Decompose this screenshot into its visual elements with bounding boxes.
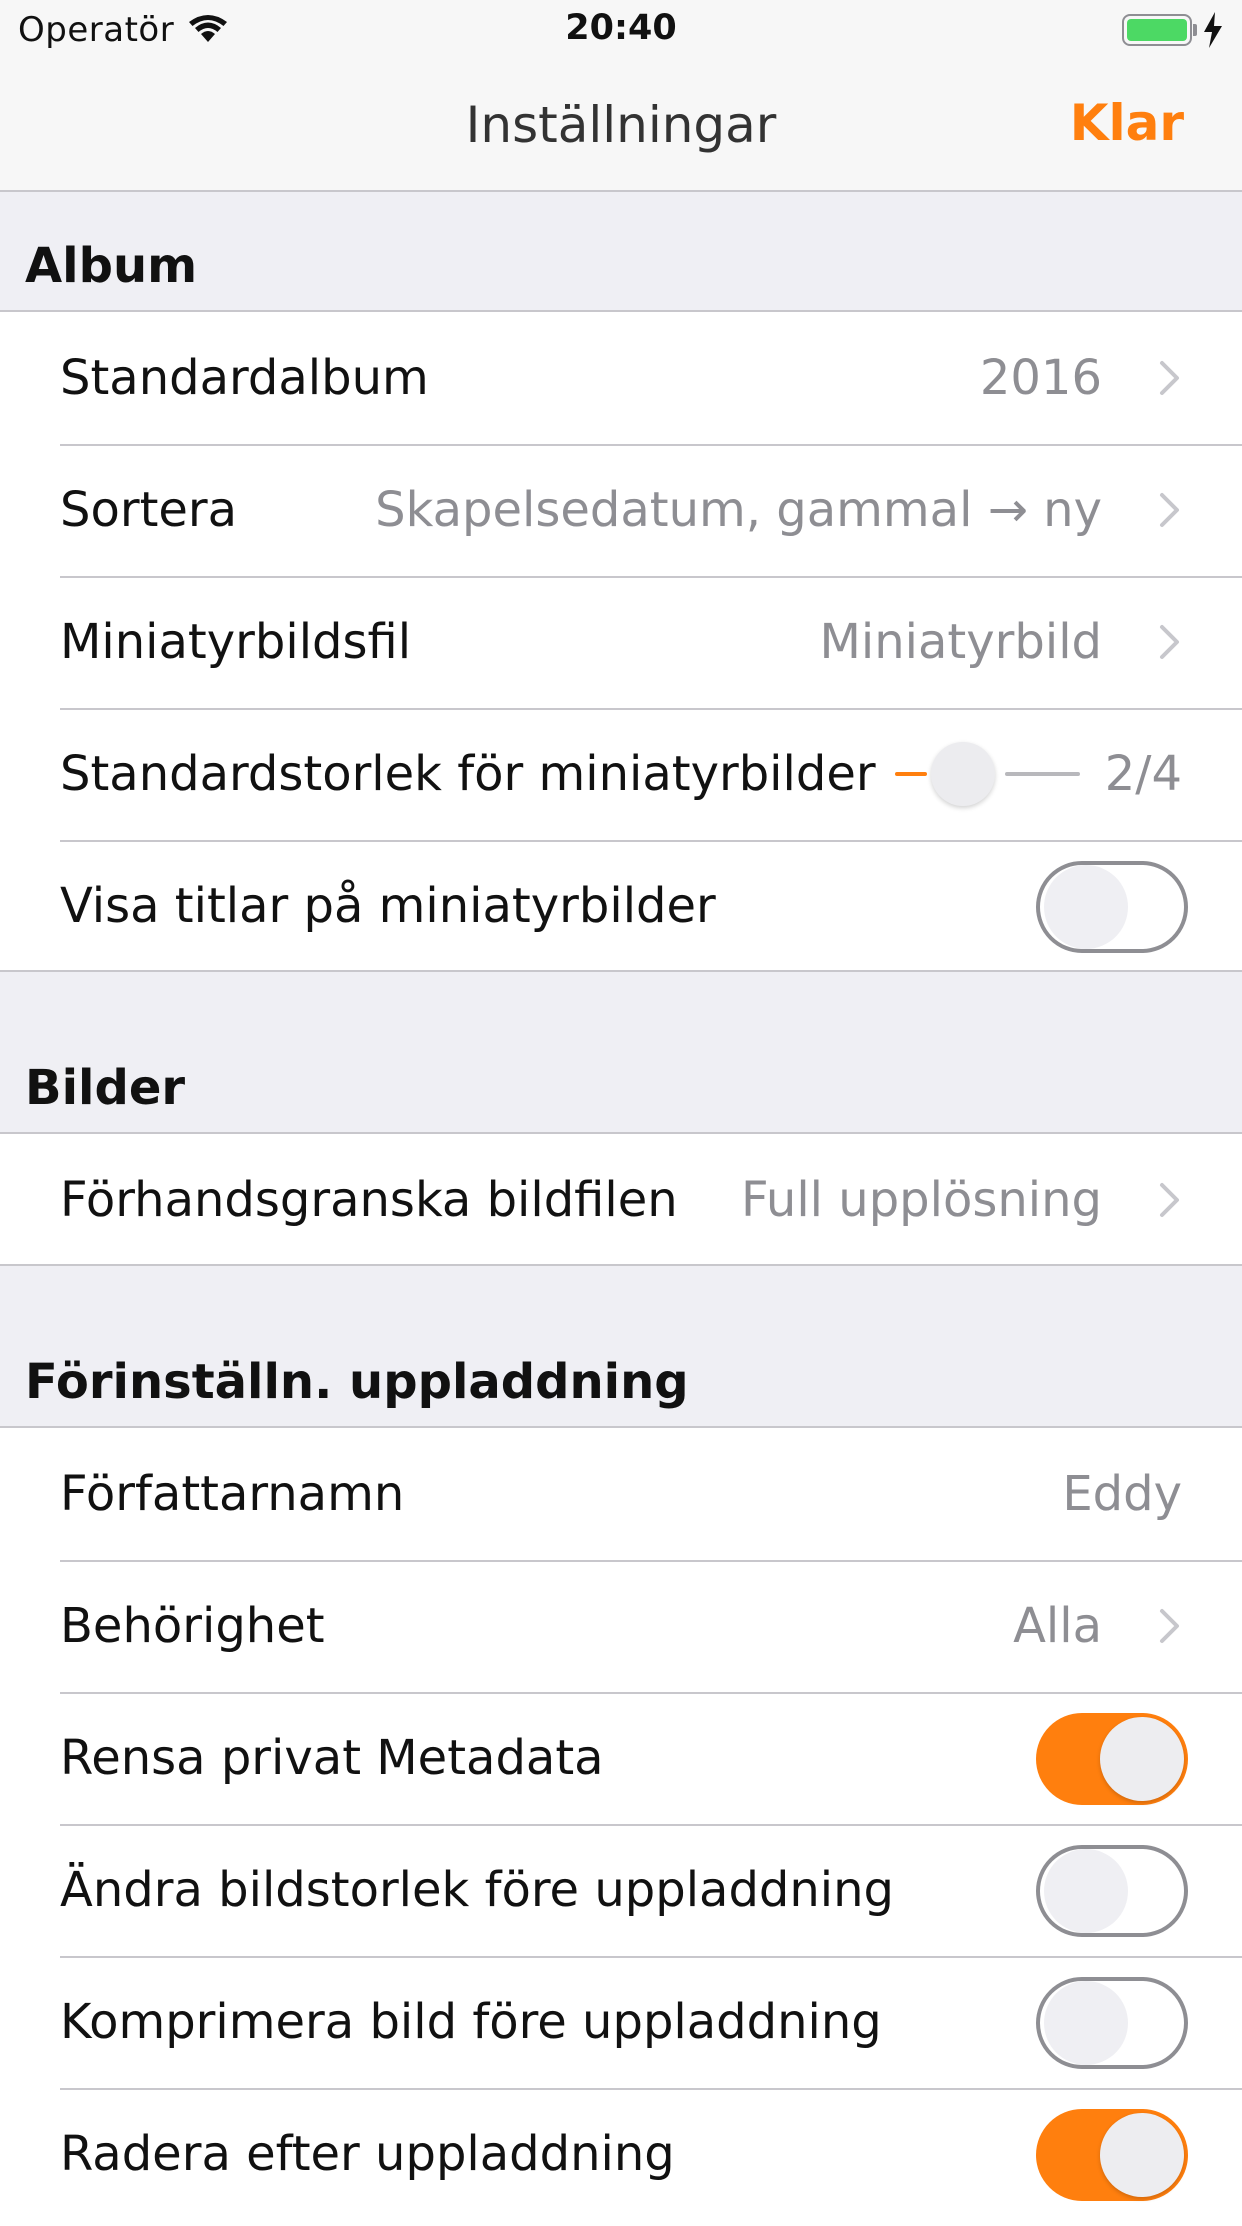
default-album-row[interactable]: Standardalbum 2016 [0,312,1242,444]
upload-settings-group: Författarnamn Eddy Behörighet Alla Rensa… [0,1426,1242,2226]
chevron-right-icon [1160,493,1179,527]
author-row[interactable]: Författarnamn Eddy [0,1428,1242,1560]
default-album-value: 2016 [979,350,1102,406]
compress-row: Komprimera bild före uppladdning [0,1956,1242,2088]
chevron-right-icon [1160,1609,1179,1643]
strip-metadata-label: Rensa privat Metadata [60,1730,604,1786]
resize-row: Ändra bildstorlek före uppladdning [0,1824,1242,1956]
default-album-label: Standardalbum [60,350,429,406]
compress-label: Komprimera bild före uppladdning [60,1994,882,2050]
strip-metadata-row: Rensa privat Metadata [0,1692,1242,1824]
permission-label: Behörighet [60,1598,325,1654]
sort-row[interactable]: Sortera Skapelsedatum, gammal → ny [0,444,1242,576]
compress-toggle[interactable] [1036,1977,1188,2069]
done-button[interactable]: Klar [1070,94,1184,152]
thumbnail-file-label: Miniatyrbildsfil [60,614,412,670]
section-header-album: Album [0,192,1242,312]
thumbnail-size-value: 2/4 [1104,746,1182,802]
bolt-icon [1202,12,1224,52]
strip-metadata-toggle[interactable] [1036,1713,1188,1805]
chevron-right-icon [1160,1183,1179,1217]
resize-label: Ändra bildstorlek före uppladdning [60,1862,895,1918]
delete-after-toggle[interactable] [1036,2109,1188,2201]
preview-file-row[interactable]: Förhandsgranska bildfilen Full upplösnin… [0,1134,1242,1266]
author-label: Författarnamn [60,1466,405,1522]
slider-thumb[interactable] [931,742,995,806]
permission-value: Alla [1013,1598,1102,1654]
battery-charging-icon [1122,14,1192,46]
preview-file-value: Full upplösning [740,1172,1102,1228]
page-title: Inställningar [465,96,777,154]
chevron-right-icon [1160,625,1179,659]
thumbnail-file-row[interactable]: Miniatyrbildsfil Miniatyrbild [0,576,1242,708]
show-titles-row: Visa titlar på miniatyrbilder [0,840,1242,972]
slider-track-min [895,772,927,776]
preview-file-label: Förhandsgranska bildfilen [60,1172,678,1228]
section-header-upload: Förinställn. uppladdning [0,1266,1242,1428]
sort-label: Sortera [60,482,238,538]
thumbnail-file-value: Miniatyrbild [819,614,1103,670]
permission-row[interactable]: Behörighet Alla [0,1560,1242,1692]
slider-track-max [1005,772,1080,776]
chevron-right-icon [1160,361,1179,395]
section-header-images: Bilder [0,972,1242,1134]
show-titles-label: Visa titlar på miniatyrbilder [60,878,716,934]
thumbnail-size-label: Standardstorlek för miniatyrbilder [60,746,876,802]
status-bar: Operatör 20:40 [0,0,1242,60]
images-settings-group: Förhandsgranska bildfilen Full upplösnin… [0,1132,1242,1266]
author-value[interactable]: Eddy [1062,1428,1182,1560]
thumbnail-size-row: Standardstorlek för miniatyrbilder 2/4 [0,708,1242,840]
section-title-images: Bilder [25,1060,186,1116]
thumbnail-size-slider[interactable] [895,708,1080,840]
delete-after-row: Radera efter uppladdning [0,2088,1242,2220]
status-time: 20:40 [565,8,677,48]
delete-after-label: Radera efter uppladdning [60,2126,675,2182]
battery-tip [1193,24,1197,36]
album-settings-group: Standardalbum 2016 Sortera Skapelsedatum… [0,310,1242,972]
sort-value: Skapelsedatum, gammal → ny [375,482,1102,538]
section-title-upload: Förinställn. uppladdning [25,1354,689,1410]
navigation-bar: Inställningar Klar [0,60,1242,192]
section-title-album: Album [25,238,198,294]
show-titles-toggle[interactable] [1036,861,1188,953]
resize-toggle[interactable] [1036,1845,1188,1937]
